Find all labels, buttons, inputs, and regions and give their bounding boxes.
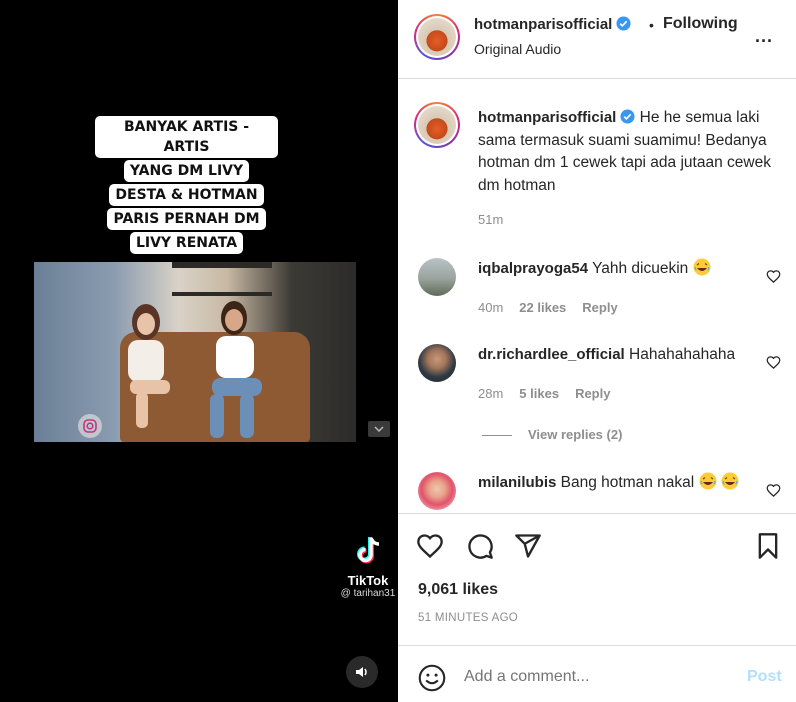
caption-line: YANG DM LIVY bbox=[123, 160, 250, 182]
comment-text: milanilubis Bang hotman nakal bbox=[478, 472, 753, 494]
verified-badge-icon bbox=[620, 109, 635, 124]
comment-text: dr.richardlee_official Hahahahahaha bbox=[478, 344, 753, 366]
audio-link[interactable]: Original Audio bbox=[474, 41, 561, 57]
comment-username[interactable]: iqbalprayoga54 bbox=[478, 260, 588, 277]
comment-likes[interactable]: 22 likes bbox=[519, 300, 566, 315]
divider bbox=[398, 78, 796, 79]
comment-like-icon[interactable] bbox=[766, 483, 781, 498]
video-player[interactable]: BANYAK ARTIS - ARTIS YANG DM LIVY DESTA … bbox=[0, 0, 398, 702]
laughing-emoji bbox=[693, 258, 711, 276]
comment-like-icon[interactable] bbox=[766, 355, 781, 370]
tiktok-handle: @ tarihan31 bbox=[340, 588, 396, 599]
heart-icon[interactable] bbox=[416, 532, 444, 560]
post-panel: hotmanparisofficial • Following Original… bbox=[398, 0, 796, 702]
comment-text: iqbalprayoga54 Yahh dicuekin bbox=[478, 258, 753, 280]
caption-username[interactable]: hotmanparisofficial bbox=[478, 109, 616, 126]
more-options-button[interactable]: ... bbox=[755, 26, 773, 47]
divider bbox=[398, 513, 796, 514]
comment-meta: 28m 5 likes Reply bbox=[478, 386, 610, 401]
post-caption: hotmanparisofficial He he semua laki sam… bbox=[478, 107, 788, 197]
comment-likes[interactable]: 5 likes bbox=[519, 386, 559, 401]
comment-username[interactable]: dr.richardlee_official bbox=[478, 346, 625, 363]
share-icon[interactable] bbox=[514, 532, 542, 560]
tiktok-name: TikTok bbox=[347, 573, 389, 588]
post-age: 51 MINUTES AGO bbox=[418, 612, 519, 624]
comment-time: 40m bbox=[478, 300, 504, 315]
likes-count[interactable]: 9,061 likes bbox=[418, 581, 498, 599]
caption-line: BANYAK ARTIS - ARTIS bbox=[95, 116, 278, 158]
tiktok-watermark: TikTok @ tarihan31 bbox=[338, 536, 398, 599]
comment-like-icon[interactable] bbox=[766, 269, 781, 284]
author-avatar[interactable] bbox=[414, 14, 460, 60]
laughing-emoji bbox=[721, 472, 739, 490]
shelf bbox=[172, 292, 272, 296]
comment-icon[interactable] bbox=[466, 532, 494, 560]
chevron-down-icon[interactable] bbox=[368, 421, 390, 437]
caption-line: PARIS PERNAH DM bbox=[107, 208, 266, 230]
action-bar bbox=[398, 528, 796, 564]
comment-item: milanilubis Bang hotman nakal bbox=[398, 472, 796, 510]
person-right bbox=[210, 301, 262, 438]
comment-username[interactable]: milanilubis bbox=[478, 474, 556, 491]
commenter-avatar[interactable] bbox=[418, 258, 456, 296]
commenter-avatar[interactable] bbox=[418, 472, 456, 510]
view-replies-button[interactable]: View replies (2) bbox=[482, 427, 622, 442]
instagram-icon bbox=[78, 414, 102, 438]
bookmark-icon[interactable] bbox=[754, 532, 782, 560]
commenter-avatar[interactable] bbox=[418, 344, 456, 382]
following-button[interactable]: Following bbox=[663, 15, 738, 33]
comment-body: Yahh dicuekin bbox=[592, 260, 689, 277]
reply-button[interactable]: Reply bbox=[575, 386, 610, 401]
post-comment-button[interactable]: Post bbox=[747, 668, 782, 686]
divider bbox=[398, 645, 796, 646]
caption-timestamp: 51m bbox=[478, 212, 504, 227]
reply-button[interactable]: Reply bbox=[582, 300, 617, 315]
comment-input[interactable] bbox=[464, 668, 724, 686]
emoji-icon[interactable] bbox=[418, 664, 446, 692]
caption-line: DESTA & HOTMAN bbox=[109, 184, 264, 206]
header-username[interactable]: hotmanparisofficial bbox=[474, 16, 631, 34]
comment-meta: 40m 22 likes Reply bbox=[478, 300, 618, 315]
tiktok-logo bbox=[357, 537, 380, 564]
verified-badge-icon bbox=[616, 16, 631, 31]
comment-body: Hahahahahaha bbox=[629, 346, 736, 363]
video-caption-overlay: BANYAK ARTIS - ARTIS YANG DM LIVY DESTA … bbox=[95, 116, 278, 256]
caption-author-avatar[interactable] bbox=[414, 102, 460, 148]
video-frame bbox=[34, 262, 356, 442]
comment-body: Bang hotman nakal bbox=[560, 474, 695, 491]
comment-time: 28m bbox=[478, 386, 504, 401]
laughing-emoji bbox=[699, 472, 717, 490]
caption-line: LIVY RENATA bbox=[129, 232, 244, 254]
shelf bbox=[172, 262, 272, 268]
separator-dot: • bbox=[649, 17, 654, 33]
replies-line bbox=[482, 435, 512, 437]
speaker-icon[interactable] bbox=[346, 656, 378, 688]
person-left bbox=[128, 304, 170, 428]
